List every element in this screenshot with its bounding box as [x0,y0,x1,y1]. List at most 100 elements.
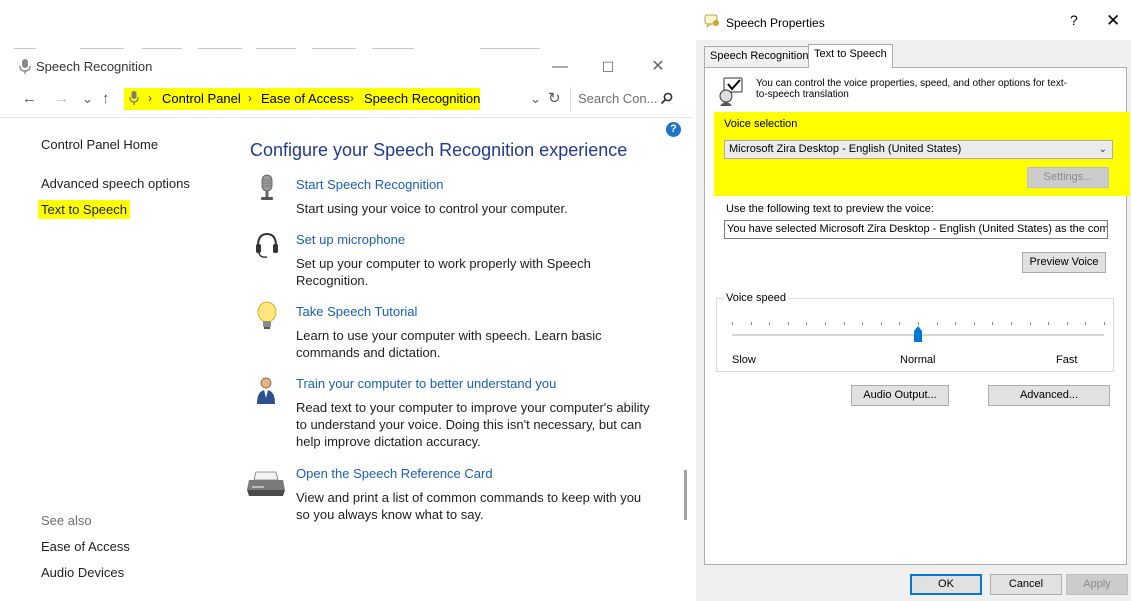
slider-tick [992,322,994,325]
speed-slider-thumb[interactable] [914,326,922,342]
open-speech-reference-card-link[interactable]: Open the Speech Reference Card [296,466,493,481]
slider-tick [955,322,957,325]
close-button[interactable]: ✕ [1106,11,1120,31]
divider [142,48,182,49]
slider-tick [1048,322,1050,325]
slider-tick [806,322,808,325]
divider [256,48,296,49]
divider [80,48,124,49]
back-arrow-icon[interactable]: ← [22,88,37,110]
divider [198,48,242,49]
preview-text-field[interactable]: You have selected Microsoft Zira Desktop… [724,220,1108,239]
breadcrumb-control-panel[interactable]: Control Panel [162,91,241,106]
page-title: Configure your Speech Recognition experi… [250,140,628,160]
slider-tick [787,322,789,325]
slider-tick [862,322,864,325]
help-button[interactable]: ? [1070,12,1078,28]
address-dropdown-icon[interactable]: ⌄ [530,88,541,110]
slider-tick [918,322,919,325]
slider-tick [1085,322,1087,325]
tab-text-to-speech[interactable]: Text to Speech [808,44,893,68]
slider-tick [880,322,882,325]
close-button[interactable]: ✕ [638,54,678,80]
slider-max-label: Fast [1056,354,1078,366]
slider-tick [825,322,826,325]
breadcrumb-separator: › [148,91,152,105]
task-description: View and print a list of common commands… [296,490,642,522]
task-description: Start using your voice to control your c… [296,201,568,216]
see-also-ease-of-access[interactable]: Ease of Access [41,539,130,554]
forward-arrow-icon[interactable]: → [54,88,69,110]
voice-speed-label: Voice speed [724,292,788,304]
control-panel-window: Speech Recognition — ☐ ✕ ← → ⌄ ↑ › Contr… [0,0,692,601]
speech-properties-dialog: Speech Properties ? ✕ Speech Recognition… [696,0,1131,601]
speech-properties-icon [704,14,719,28]
chevron-down-icon: ⌄ [1098,144,1107,155]
sidebar-item-control-panel-home[interactable]: Control Panel Home [41,137,158,152]
task-description: Learn to use your computer with speech. … [296,328,602,360]
intro-text: You can control the voice properties, sp… [756,78,1067,100]
set-up-microphone-link[interactable]: Set up microphone [296,232,405,247]
breadcrumb-speech-recognition[interactable]: Speech Recognition [364,91,480,106]
slider-tick [899,322,901,325]
settings-button[interactable]: Settings... [1027,167,1109,188]
divider [480,48,540,49]
task-description: Read text to your computer to improve yo… [296,400,650,449]
person-training-icon [257,377,275,404]
slider-tick [843,322,845,325]
slider-tick [769,322,771,325]
headset-icon [256,232,278,258]
start-speech-recognition-link[interactable]: Start Speech Recognition [296,177,443,192]
ok-button[interactable]: OK [910,574,982,595]
microphone-icon [19,59,31,74]
slider-tick [936,322,938,325]
speech-properties-icon [719,77,743,106]
slider-tick [732,322,733,325]
dialog-title: Speech Properties [726,16,825,30]
lightbulb-icon [257,301,277,329]
scrollbar-thumb[interactable] [684,470,687,520]
slider-tick [750,322,752,325]
slider-tick [1011,322,1012,325]
slider-tick [1066,322,1068,325]
slider-tick [1104,322,1105,325]
cancel-button[interactable]: Cancel [990,574,1062,595]
take-speech-tutorial-link[interactable]: Take Speech Tutorial [296,304,417,319]
breadcrumb-ease-of-access[interactable]: Ease of Access [261,91,350,106]
up-arrow-icon[interactable]: ↑ [102,88,110,110]
divider [14,48,36,49]
train-computer-link[interactable]: Train your computer to better understand… [296,376,556,391]
search-icon[interactable] [660,92,673,105]
preview-label: Use the following text to preview the vo… [726,203,934,215]
see-also-audio-devices[interactable]: Audio Devices [41,565,124,580]
voice-selection-label: Voice selection [724,118,798,130]
maximize-button[interactable]: ☐ [588,54,628,80]
voice-select[interactable]: Microsoft Zira Desktop - English (United… [724,140,1113,159]
help-icon[interactable]: ? [666,122,681,137]
minimize-button[interactable]: — [540,54,580,80]
tab-speech-recognition[interactable]: Speech Recognition [704,46,815,67]
sidebar-item-text-to-speech[interactable]: Text to Speech [41,202,127,217]
slider-min-label: Slow [732,354,756,366]
refresh-icon[interactable]: ↻ [548,88,561,110]
apply-button[interactable]: Apply [1066,574,1128,595]
audio-output-button[interactable]: Audio Output... [851,385,949,406]
divider [312,48,356,49]
printer-icon [247,471,285,496]
microphone-icon [261,174,273,200]
advanced-button[interactable]: Advanced... [988,385,1110,406]
preview-voice-button[interactable]: Preview Voice [1022,252,1106,273]
sidebar-item-advanced-speech-options[interactable]: Advanced speech options [41,176,190,191]
breadcrumb-separator: › [350,91,354,105]
task-description: Set up your computer to work properly wi… [296,256,591,288]
background-strip [0,0,692,48]
divider [372,48,414,49]
recent-locations-icon[interactable]: ⌄ [82,88,93,110]
slider-tick [1029,322,1031,325]
slider-mid-label: Normal [900,354,936,366]
see-also-label: See also [41,513,92,528]
microphone-icon [129,91,139,105]
slider-tick [973,322,975,325]
breadcrumb-separator: › [248,91,252,105]
divider [0,117,692,118]
